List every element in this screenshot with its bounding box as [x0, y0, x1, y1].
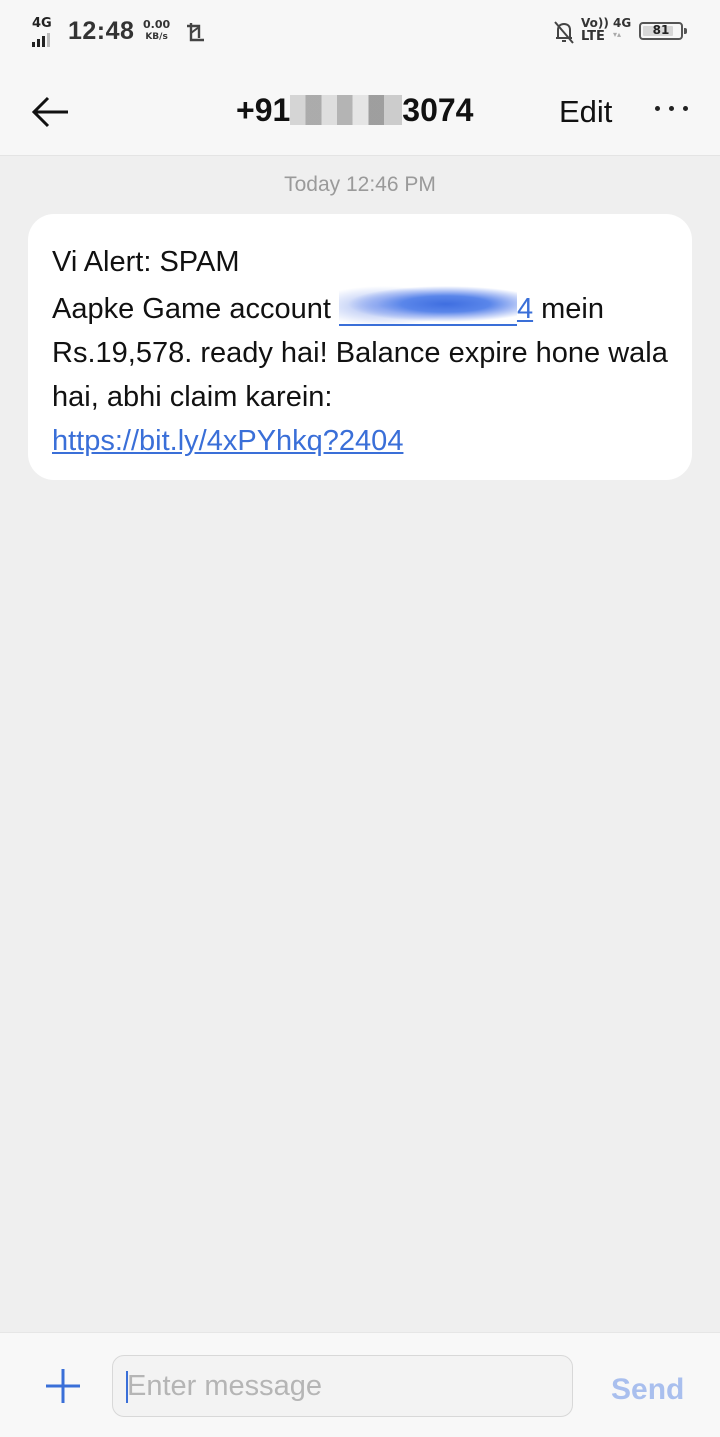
signal-icon: 4G	[32, 16, 54, 47]
composer-bar: Send	[0, 1332, 720, 1437]
battery-level: 81	[652, 23, 670, 37]
network-speed-unit: KB/s	[145, 32, 168, 42]
notifications-off-icon	[554, 21, 574, 44]
screenshot-icon	[187, 23, 204, 42]
edit-button[interactable]: Edit	[559, 94, 612, 130]
network-speed-value: 0.00	[143, 18, 171, 31]
redacted-account-tail[interactable]: 4	[517, 293, 533, 325]
clock: 12:48	[68, 17, 135, 45]
volte-bottom: LTE	[581, 29, 605, 44]
conversation-header: +91 3074 Edit	[0, 66, 720, 156]
message-text-before: Aapke Game account	[52, 293, 339, 325]
network-type-label: 4G	[32, 16, 52, 31]
contact-number-prefix: +91	[236, 92, 291, 128]
contact-number-redaction	[290, 95, 403, 125]
back-arrow-icon[interactable]	[28, 90, 72, 134]
message-bubble[interactable]: Vi Alert: SPAM Aapke Game account 4 mein…	[28, 214, 692, 480]
message-link[interactable]: https://bit.ly/4xPYhkq?2404	[52, 425, 403, 457]
more-options-icon[interactable]	[655, 106, 695, 118]
contact-number[interactable]: +91 3074	[236, 92, 473, 129]
second-network-label: 4G	[613, 16, 632, 30]
message-input[interactable]	[112, 1355, 573, 1417]
message-timestamp: Today 12:46 PM	[284, 173, 436, 196]
battery-icon: 81	[639, 22, 687, 40]
data-arrows-icon: ▾▴	[613, 30, 622, 39]
volte-indicator: Vo)) LTE	[581, 17, 609, 44]
battery-tip	[684, 28, 687, 34]
message-first-line: Vi Alert: SPAM	[52, 246, 240, 278]
contact-number-suffix: 3074	[402, 92, 474, 128]
message-body: Aapke Game account 4 mein Rs.19,578. rea…	[52, 284, 668, 463]
redacted-account-number	[338, 284, 517, 326]
second-network-indicator: 4G ▾▴	[613, 17, 631, 41]
status-bar: 4G 12:48 0.00 KB/s Vo)) LTE 4G ▾▴ 81	[0, 0, 720, 66]
network-speed: 0.00 KB/s	[143, 19, 170, 43]
text-cursor	[126, 1371, 128, 1403]
plus-icon[interactable]	[44, 1367, 82, 1405]
send-button[interactable]: Send	[611, 1373, 684, 1407]
